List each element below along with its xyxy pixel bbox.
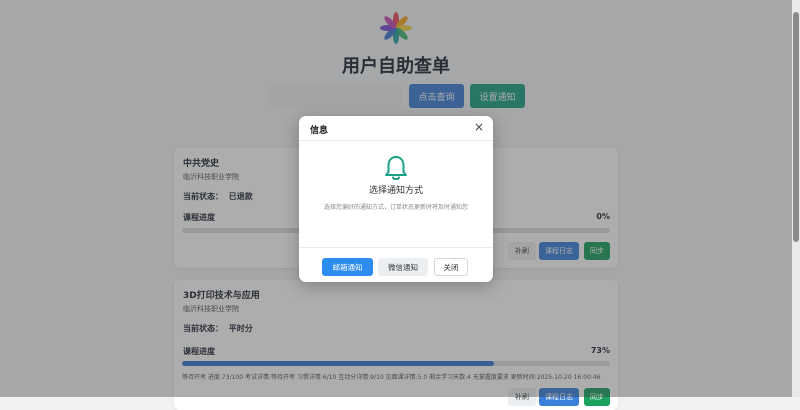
scrollbar[interactable] bbox=[792, 0, 800, 397]
wechat-notify-button[interactable]: 微信通知 bbox=[378, 258, 428, 276]
bell-icon bbox=[385, 156, 407, 180]
modal-title: 信息 bbox=[310, 126, 329, 136]
notification-modal: 信息 × 选择通知方式 选择您偏好的通知方式，订单状态更新时将及时通知您 邮箱通… bbox=[299, 116, 493, 282]
close-icon[interactable]: × bbox=[474, 120, 484, 134]
scrollbar-thumb[interactable] bbox=[793, 12, 799, 242]
modal-description: 选择您偏好的通知方式，订单状态更新时将及时通知您 bbox=[323, 204, 468, 211]
close-button[interactable]: 关闭 bbox=[434, 258, 468, 276]
modal-footer: 邮箱通知 微信通知 关闭 bbox=[299, 247, 493, 283]
email-notify-button[interactable]: 邮箱通知 bbox=[322, 258, 373, 276]
modal-heading: 选择通知方式 bbox=[368, 186, 423, 196]
modal-header: 信息 × bbox=[299, 116, 493, 141]
